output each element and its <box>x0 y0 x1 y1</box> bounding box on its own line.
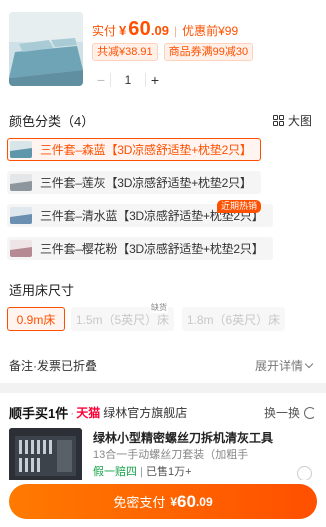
color-swatch <box>10 207 32 224</box>
big-view-toggle[interactable]: 大图 <box>272 112 312 129</box>
grid-icon <box>272 115 284 126</box>
color-section-title: 颜色分类（4） <box>9 114 95 129</box>
size-option-3[interactable]: 1.8m（6英尺）床 <box>182 307 285 331</box>
color-swatch <box>10 141 32 158</box>
color-option-label: 三件套–樱花粉【3D凉感舒适垫+枕垫2只】 <box>40 242 264 256</box>
pay-button[interactable]: 免密支付 ¥ 60 .09 <box>9 484 317 519</box>
remark-invoice-label: 备注·发票已折叠 <box>9 359 97 373</box>
pay-currency: ¥ <box>170 494 178 509</box>
price-row: 实付 ¥ 60 .09 | 优惠前¥99 <box>92 18 238 41</box>
big-view-label: 大图 <box>287 114 312 128</box>
recommended-product-meta: 假一赔四 | 已售1万+ <box>93 463 192 479</box>
section-divider <box>0 383 326 393</box>
stock-out-label: 缺货 <box>150 302 168 313</box>
product-thumbnail[interactable] <box>9 12 83 86</box>
quantity-stepper: − 1 + <box>92 70 164 90</box>
hot-sale-badge: 近期热销 <box>217 200 262 213</box>
price-decimal: .09 <box>150 23 169 38</box>
pre-discount-price: 优惠前¥99 <box>182 24 239 38</box>
size-option-1[interactable]: 0.9m床 <box>7 307 65 331</box>
price-label: 实付 <box>92 24 117 38</box>
swap-label: 换一换 <box>263 406 300 420</box>
shop-name[interactable]: 绿林官方旗舰店 <box>103 404 187 421</box>
decrease-button[interactable]: − <box>92 72 110 88</box>
increase-button[interactable]: + <box>146 72 164 88</box>
pay-button-label: 免密支付 <box>113 495 166 510</box>
pay-amount-decimal: .09 <box>195 494 213 509</box>
swap-button[interactable]: 换一换 <box>264 404 316 421</box>
color-swatch <box>10 174 32 191</box>
color-option-1[interactable]: 三件套–森蓝【3D凉感舒适垫+枕垫2只】 <box>7 138 261 161</box>
meta-separator: | <box>140 466 143 478</box>
expand-details-label: 展开详情 <box>254 359 303 373</box>
tmall-logo: 天猫 <box>76 406 101 420</box>
promo-tags: 共减¥38.91 商品券满99减30 <box>92 43 254 61</box>
quantity-value[interactable]: 1 <box>111 73 145 87</box>
chevron-down-icon <box>304 359 314 369</box>
sku-sheet: 实付 ¥ 60 .09 | 优惠前¥99 共减¥38.91 商品券满99减30 … <box>0 0 326 527</box>
sold-count: 已售1万+ <box>145 466 192 478</box>
add-recommended-checkbox[interactable] <box>297 466 312 481</box>
color-option-label: 三件套–森蓝【3D凉感舒适垫+枕垫2只】 <box>40 143 252 157</box>
price-currency: ¥ <box>119 23 127 38</box>
recommended-product-image[interactable] <box>9 428 82 483</box>
color-option-4[interactable]: 三件套–樱花粉【3D凉感舒适垫+枕垫2只】 <box>7 237 273 260</box>
size-section-title: 适用床尺寸 <box>9 283 75 298</box>
recommended-product-subtitle: 13合一手动螺丝刀套装（加粗手 <box>93 449 249 461</box>
color-option-label: 三件套–莲灰【3D凉感舒适垫+枕垫2只】 <box>40 176 252 190</box>
refresh-icon <box>304 406 316 419</box>
buy-along-header: 顺手买1件 · 天猫 绿林官方旗舰店 <box>9 403 187 422</box>
pay-amount-integer: 60 <box>177 491 196 511</box>
price-integer: 60 <box>128 18 151 40</box>
color-swatch <box>10 240 32 257</box>
color-option-2[interactable]: 三件套–莲灰【3D凉感舒适垫+枕垫2只】 <box>7 171 261 194</box>
recommended-product-title[interactable]: 绿林小型精密螺丝刀拆机清灰工具 <box>93 429 273 446</box>
price-separator: | <box>173 24 178 38</box>
buy-along-title: 顺手买1件 <box>9 406 69 421</box>
expand-details-button[interactable]: 展开详情 <box>254 357 314 374</box>
guarantee-label: 假一赔四 <box>93 466 137 478</box>
coupon-tag: 商品券满99减30 <box>163 43 254 61</box>
title-dot: · <box>70 405 75 420</box>
discount-tag: 共减¥38.91 <box>92 43 158 61</box>
